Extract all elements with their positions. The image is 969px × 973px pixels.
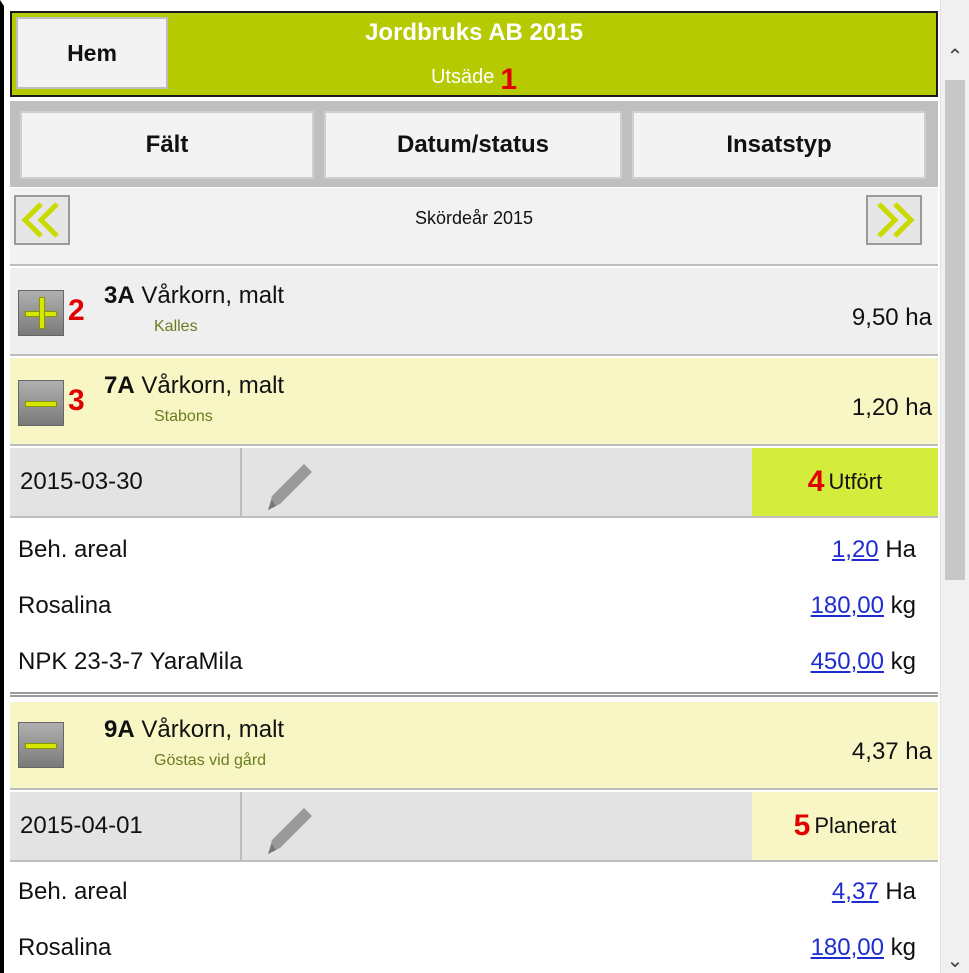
field-area: 4,37 ha xyxy=(851,738,932,765)
status-badge-done[interactable]: 4 Utfört xyxy=(752,448,938,516)
annotation-marker-2: 2 xyxy=(68,294,85,327)
detail-amount-link[interactable]: 180,00 xyxy=(811,592,884,619)
double-chevron-right-icon xyxy=(877,202,915,238)
detail-amount-link[interactable]: 1,20 xyxy=(832,536,879,563)
activity-row-7a[interactable]: 2015-03-30 4 Utfört xyxy=(10,448,938,518)
field-place: Stabons xyxy=(154,408,213,425)
year-selector: Skördeår 2015 xyxy=(10,188,938,266)
status-text: Utfört xyxy=(828,469,883,494)
scroll-thumb[interactable] xyxy=(945,80,965,580)
view-tabs: Fält Datum/status Insatstyp xyxy=(10,101,938,187)
field-title: 3A Vårkorn, malt xyxy=(104,282,284,310)
detail-label: Rosalina xyxy=(18,592,112,619)
field-area: 9,50 ha xyxy=(851,304,932,331)
field-crop: Vårkorn, malt xyxy=(141,282,285,309)
scroll-up-arrow-icon[interactable]: ⌃ xyxy=(945,44,965,68)
status-text: Planerat xyxy=(814,813,897,838)
header-bar: Hem Jordbruks AB 2015 Utsäde 1 xyxy=(10,11,938,97)
detail-amount-link[interactable]: 180,00 xyxy=(811,934,884,961)
field-title: 7A Vårkorn, malt xyxy=(104,372,284,400)
field-code: 7A xyxy=(104,372,135,399)
field-code: 9A xyxy=(104,716,135,743)
subtitle-text: Utsäde xyxy=(430,66,495,88)
field-area: 1,20 ha xyxy=(851,394,932,421)
scroll-down-arrow-icon[interactable]: ⌄ xyxy=(945,948,965,972)
field-crop: Vårkorn, malt xyxy=(141,372,285,399)
field-place: Kalles xyxy=(154,318,198,335)
detail-label: Beh. areal xyxy=(18,878,128,905)
status-badge-planned[interactable]: 5 Planerat xyxy=(752,792,938,860)
field-crop: Vårkorn, malt xyxy=(141,716,285,743)
detail-line: Beh. areal 1,20 Ha xyxy=(10,524,938,574)
detail-amount-link[interactable]: 450,00 xyxy=(811,648,884,675)
detail-value: 450,00 kg xyxy=(811,648,916,676)
detail-unit: Ha xyxy=(885,878,916,905)
annotation-marker-1: 1 xyxy=(500,63,518,96)
detail-value: 180,00 kg xyxy=(811,592,916,620)
detail-unit: kg xyxy=(890,592,916,619)
next-year-button[interactable] xyxy=(866,195,922,245)
field-separator xyxy=(10,692,938,697)
detail-unit: kg xyxy=(890,648,916,675)
collapse-button[interactable] xyxy=(18,722,64,768)
expand-button[interactable] xyxy=(18,290,64,336)
activity-date[interactable]: 2015-03-30 xyxy=(10,448,242,516)
detail-value: 4,37 Ha xyxy=(832,878,916,906)
page-title: Jordbruks AB 2015 xyxy=(365,19,583,46)
annotation-marker-3: 3 xyxy=(68,384,85,417)
vertical-scrollbar[interactable]: ⌃ ⌄ xyxy=(940,0,969,973)
tab-datum-status[interactable]: Datum/status xyxy=(324,111,622,179)
detail-line: Rosalina 180,00 kg xyxy=(10,580,938,630)
field-row-9a[interactable]: 9A Vårkorn, malt Göstas vid gård 4,37 ha xyxy=(10,702,938,790)
detail-line: NPK 23-3-7 YaraMila 450,00 kg xyxy=(10,636,938,686)
year-label: Skördeår 2015 xyxy=(414,208,534,228)
annotation-marker-5: 5 xyxy=(793,809,811,842)
detail-line: Rosalina 180,00 kg xyxy=(10,922,938,972)
detail-amount-link[interactable]: 4,37 xyxy=(832,878,879,905)
field-row-7a[interactable]: 3 7A Vårkorn, malt Stabons 1,20 ha xyxy=(10,358,938,446)
tab-insatstyp[interactable]: Insatstyp xyxy=(632,111,926,179)
detail-unit: kg xyxy=(890,934,916,961)
field-code: 3A xyxy=(104,282,135,309)
detail-label: NPK 23-3-7 YaraMila xyxy=(18,648,243,675)
detail-value: 180,00 kg xyxy=(811,934,916,962)
field-row-3a[interactable]: 2 3A Vårkorn, malt Kalles 9,50 ha xyxy=(10,268,938,356)
annotation-marker-4: 4 xyxy=(807,465,825,498)
tab-falt[interactable]: Fält xyxy=(20,111,314,179)
detail-line: Beh. areal 4,37 Ha xyxy=(10,866,938,916)
detail-value: 1,20 Ha xyxy=(832,536,916,564)
detail-unit: Ha xyxy=(885,536,916,563)
detail-label: Beh. areal xyxy=(18,536,128,563)
page-subtitle: Utsäde 1 xyxy=(12,57,936,96)
activity-date[interactable]: 2015-04-01 xyxy=(10,792,242,860)
collapse-button[interactable] xyxy=(18,380,64,426)
activity-row-9a[interactable]: 2015-04-01 5 Planerat xyxy=(10,792,938,862)
edit-pencil-icon[interactable] xyxy=(258,454,318,514)
detail-label: Rosalina xyxy=(18,934,112,961)
edit-pencil-icon[interactable] xyxy=(258,798,318,858)
field-place: Göstas vid gård xyxy=(154,752,267,769)
field-title: 9A Vårkorn, malt xyxy=(104,716,284,744)
